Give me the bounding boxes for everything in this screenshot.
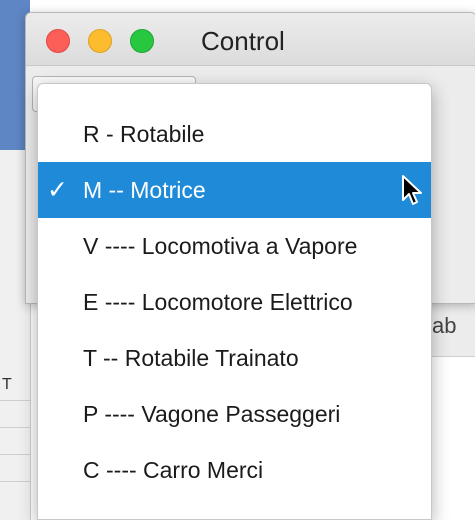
menu-item-label: E ---- Locomotore Elettrico: [83, 289, 353, 315]
menu-item-label: R - Rotabile: [83, 121, 205, 147]
menu-item-locomotore-elettrico[interactable]: E ---- Locomotore Elettrico: [38, 274, 431, 330]
checkmark-icon: ✓: [47, 176, 68, 204]
menu-item-motrice[interactable]: ✓ M -- Motrice: [38, 162, 431, 218]
menu-item-locomotiva-a-vapore[interactable]: V ---- Locomotiva a Vapore: [38, 218, 431, 274]
window-title: Control: [201, 26, 285, 56]
menu-item-label: M -- Motrice: [83, 177, 206, 203]
menu-item-rotabile-trainato[interactable]: T -- Rotabile Trainato: [38, 330, 431, 386]
background-left-lines: [0, 400, 30, 508]
zoom-window-button[interactable]: [130, 29, 154, 53]
background-left-text: T: [2, 376, 12, 393]
close-window-button[interactable]: [46, 29, 70, 53]
menu-item-rotabile[interactable]: R - Rotabile: [38, 106, 431, 162]
minimize-window-button[interactable]: [88, 29, 112, 53]
background-right-area: ab: [430, 290, 475, 520]
menu-item-label: T -- Rotabile Trainato: [83, 345, 299, 371]
title-bar[interactable]: Control: [26, 13, 475, 66]
menu-item-label: P ---- Vagone Passeggeri: [83, 401, 341, 427]
background-tab-text: ab: [432, 313, 457, 338]
menu-item-carro-merci[interactable]: C ---- Carro Merci: [38, 442, 431, 498]
show-view-menu: R - Rotabile ✓ M -- Motrice V ---- Locom…: [37, 83, 432, 520]
menu-item-vagone-passeggeri[interactable]: P ---- Vagone Passeggeri: [38, 386, 431, 442]
mouse-pointer-icon: [402, 175, 422, 205]
menu-item-label: C ---- Carro Merci: [83, 457, 264, 483]
menu-item-label: V ---- Locomotiva a Vapore: [83, 233, 358, 259]
